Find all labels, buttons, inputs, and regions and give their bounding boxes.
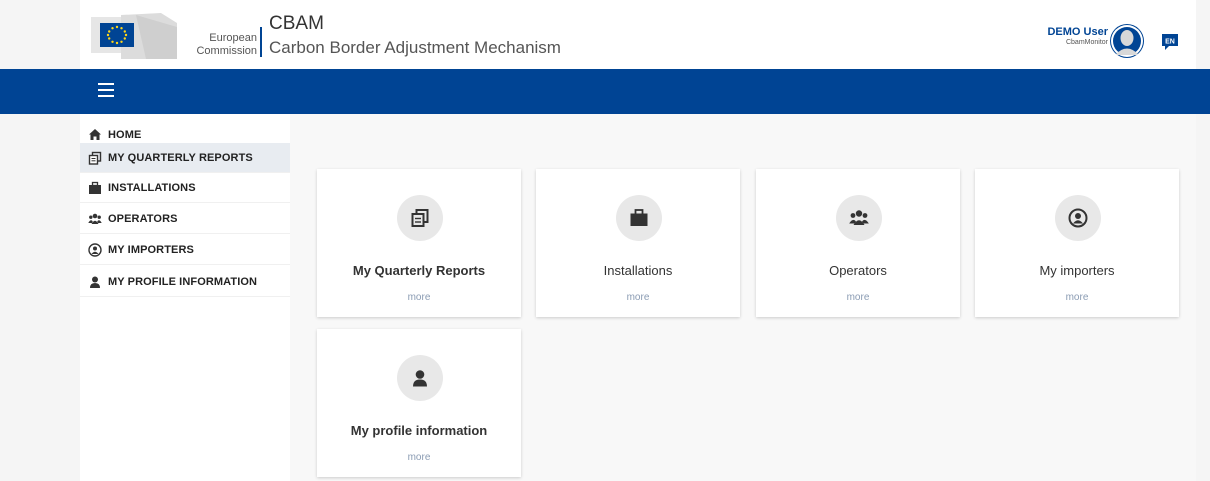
tile-more-link[interactable]: more bbox=[317, 292, 521, 303]
tile-title: Operators bbox=[829, 263, 887, 278]
avatar[interactable] bbox=[1110, 24, 1144, 58]
reports-icon bbox=[88, 151, 102, 165]
avatar-person-icon bbox=[1111, 25, 1143, 57]
top-navbar bbox=[0, 69, 1210, 114]
user-role: CbamMonitor bbox=[1065, 39, 1108, 46]
user-icon bbox=[413, 370, 427, 387]
sidebar-item-label: MY QUARTERLY REPORTS bbox=[108, 152, 253, 164]
sidebar-item-installations[interactable]: INSTALLATIONS bbox=[80, 173, 290, 203]
sidebar-item-label: OPERATORS bbox=[108, 213, 178, 225]
speech-bubble-icon: EN bbox=[1162, 34, 1178, 50]
tile-icon-circle bbox=[616, 195, 662, 241]
eu-flag-icon bbox=[91, 13, 177, 59]
sidebar-item-label: MY IMPORTERS bbox=[108, 244, 194, 256]
ec-line2: Commission bbox=[196, 45, 257, 57]
users-icon bbox=[849, 210, 869, 225]
tile-operators[interactable]: Operators more bbox=[756, 169, 960, 317]
ec-wordmark: European Commission bbox=[179, 32, 257, 58]
language-selector[interactable]: EN bbox=[1160, 32, 1180, 52]
sidebar-item-label: INSTALLATIONS bbox=[108, 182, 196, 194]
user-circle-icon bbox=[1068, 208, 1088, 228]
tile-icon-circle bbox=[836, 195, 882, 241]
ec-line1: European bbox=[209, 32, 257, 44]
hamburger-menu-icon[interactable] bbox=[98, 83, 114, 97]
briefcase-icon bbox=[630, 209, 648, 226]
tile-title: Installations bbox=[603, 263, 673, 278]
sidebar-item-operators[interactable]: OPERATORS bbox=[80, 204, 290, 234]
sidebar-item-my-importers[interactable]: MY IMPORTERS bbox=[80, 235, 290, 265]
user-name: DEMO User bbox=[1047, 26, 1108, 38]
tile-title: My profile information bbox=[350, 423, 488, 438]
app-subtitle: Carbon Border Adjustment Mechanism bbox=[269, 38, 561, 57]
tile-more-link[interactable]: more bbox=[536, 292, 740, 303]
tile-title: My Quarterly Reports bbox=[352, 263, 486, 278]
sidebar: HOME MY QUARTERLY REPORTS INSTALLATIONS bbox=[80, 114, 290, 481]
user-icon bbox=[90, 276, 100, 288]
tile-icon-circle bbox=[397, 355, 443, 401]
language-label: EN bbox=[1165, 39, 1175, 46]
tile-title: My importers bbox=[1039, 263, 1115, 278]
users-icon bbox=[88, 213, 102, 224]
user-info[interactable]: DEMO User CbamMonitor bbox=[1020, 26, 1108, 47]
tile-icon-circle bbox=[397, 195, 443, 241]
page: European Commission CBAM Carbon Border A… bbox=[0, 0, 1210, 481]
tile-my-quarterly-reports[interactable]: My Quarterly Reports more bbox=[317, 169, 521, 317]
tile-more-link[interactable]: more bbox=[975, 292, 1179, 303]
main-content: My Quarterly Reports more Installations … bbox=[290, 114, 1196, 481]
sidebar-item-my-quarterly-reports[interactable]: MY QUARTERLY REPORTS bbox=[80, 143, 290, 173]
tile-my-importers[interactable]: My importers more bbox=[975, 169, 1179, 317]
logo-divider bbox=[260, 27, 262, 57]
tile-more-link[interactable]: more bbox=[317, 452, 521, 463]
sidebar-item-my-profile-information[interactable]: MY PROFILE INFORMATION bbox=[80, 267, 290, 297]
reports-icon bbox=[411, 209, 429, 227]
tile-more-link[interactable]: more bbox=[756, 292, 960, 303]
tile-icon-circle bbox=[1055, 195, 1101, 241]
home-icon bbox=[89, 129, 101, 140]
tile-installations[interactable]: Installations more bbox=[536, 169, 740, 317]
user-circle-icon bbox=[88, 243, 102, 257]
app-title: CBAM bbox=[269, 13, 324, 34]
site-header: European Commission CBAM Carbon Border A… bbox=[80, 0, 1196, 69]
tile-my-profile-information[interactable]: My profile information more bbox=[317, 329, 521, 477]
european-commission-logo[interactable]: European Commission bbox=[91, 13, 259, 59]
sidebar-item-label: MY PROFILE INFORMATION bbox=[108, 276, 258, 288]
briefcase-icon bbox=[89, 181, 101, 194]
sidebar-item-label: HOME bbox=[108, 129, 142, 141]
